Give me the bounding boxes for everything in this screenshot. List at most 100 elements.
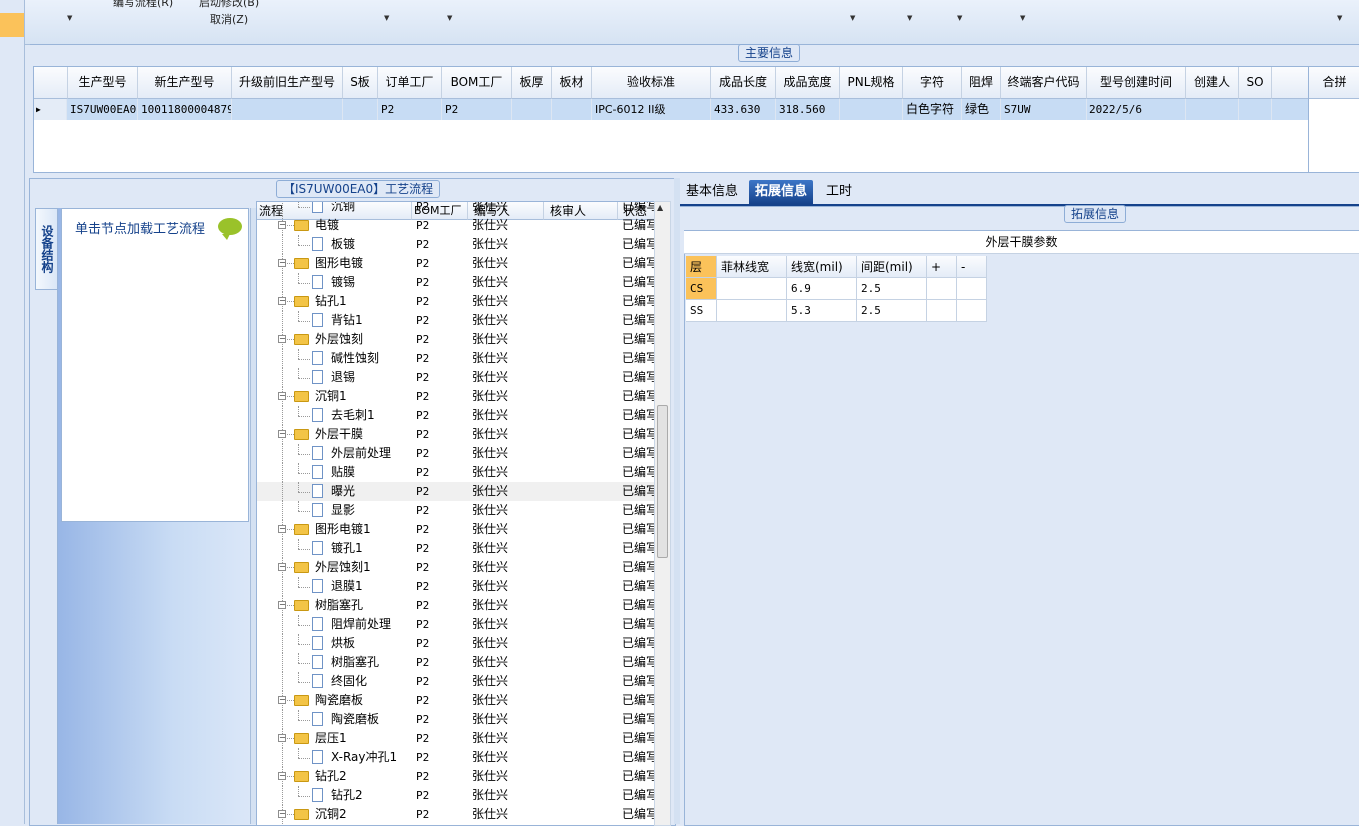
param-cell[interactable] [957,278,987,300]
tree-cell-writer[interactable]: 张仕兴 [472,615,542,634]
tree-cell-writer[interactable]: 张仕兴 [472,292,542,311]
tree-cell-writer[interactable]: 张仕兴 [472,501,542,520]
tree-cell-writer[interactable]: 张仕兴 [472,235,542,254]
tree-cell-writer[interactable]: 张仕兴 [472,482,542,501]
tree-row[interactable]: 镀锡 P2 张仕兴 已编写 [257,273,655,292]
collapse-icon[interactable]: − [278,430,286,438]
grid-cell[interactable] [232,99,343,120]
collapse-icon[interactable]: − [278,221,286,229]
tree-cell-writer[interactable]: 张仕兴 [472,330,542,349]
tree-cell-bom[interactable]: P2 [416,577,466,596]
tree-cell-bom[interactable]: P2 [416,539,466,558]
tree-cell-writer[interactable]: 张仕兴 [472,729,542,748]
tree-cell-status[interactable]: 已编写 [622,672,655,691]
tree-cell-name[interactable]: 曝光 [331,482,412,501]
tree-cell-status[interactable]: 已编写 [622,368,655,387]
tree-cell-writer[interactable]: 张仕兴 [472,786,542,805]
tree-cell-reviewer[interactable] [548,634,616,653]
tree-cell-writer[interactable]: 张仕兴 [472,558,542,577]
tree-cell-bom[interactable]: P2 [416,805,466,824]
grid-cell[interactable]: 白色字符 [903,99,962,120]
tree-cell-status[interactable]: 已编写 [622,805,655,824]
tree-cell-bom[interactable]: P2 [416,558,466,577]
tree-cell-writer[interactable]: 张仕兴 [472,202,542,216]
tree-row[interactable]: 外层前处理 P2 张仕兴 已编写 [257,444,655,463]
column-header[interactable]: 阻焊 [962,67,1001,99]
tree-cell-name[interactable]: 贴膜 [331,463,412,482]
tree-cell-writer[interactable]: 张仕兴 [472,349,542,368]
tree-row[interactable]: 显影 P2 张仕兴 已编写 [257,501,655,520]
param-cell[interactable]: 5.3 [787,300,857,322]
tree-cell-writer[interactable]: 张仕兴 [472,368,542,387]
tree-row[interactable]: − 沉铜2 P2 张仕兴 已编写 [257,805,655,824]
tree-cell-status[interactable]: 已编写 [622,292,655,311]
tree-row[interactable]: − 钻孔2 P2 张仕兴 已编写 [257,767,655,786]
tree-cell-status[interactable]: 已编写 [622,406,655,425]
tree-cell-reviewer[interactable] [548,349,616,368]
tree-cell-bom[interactable]: P2 [416,425,466,444]
tree-cell-reviewer[interactable] [548,501,616,520]
tree-cell-bom[interactable]: P2 [416,254,466,273]
tree-cell-reviewer[interactable] [548,520,616,539]
tree-cell-status[interactable]: 已编写 [622,444,655,463]
tree-cell-status[interactable]: 已编写 [622,729,655,748]
grid-cell[interactable]: 318.560 [776,99,840,120]
param-cell[interactable] [927,300,957,322]
dropdown-caret-icon[interactable]: ▼ [907,14,912,22]
collapse-icon[interactable]: − [278,259,286,267]
column-header[interactable]: 板材 [552,67,592,99]
column-header[interactable]: 板厚 [512,67,552,99]
column-header[interactable]: BOM工厂 [442,67,512,99]
tree-cell-name[interactable]: 树脂塞孔 [315,596,412,615]
tree-cell-name[interactable]: 烘板 [331,634,412,653]
param-cell[interactable]: 6.9 [787,278,857,300]
tree-cell-name[interactable]: 树脂塞孔 [331,653,412,672]
tree-cell-status[interactable]: 已编写 [622,710,655,729]
tree-row[interactable]: 烘板 P2 张仕兴 已编写 [257,634,655,653]
tree-cell-status[interactable]: 已编写 [622,558,655,577]
tree-cell-reviewer[interactable] [548,254,616,273]
tree-cell-bom[interactable]: P2 [416,520,466,539]
tree-cell-status[interactable]: 已编写 [622,463,655,482]
tree-cell-writer[interactable]: 张仕兴 [472,748,542,767]
tree-cell-bom[interactable]: P2 [416,330,466,349]
tree-cell-reviewer[interactable] [548,786,616,805]
tree-cell-reviewer[interactable] [548,406,616,425]
collapse-icon[interactable]: − [278,696,286,704]
tree-cell-reviewer[interactable] [548,729,616,748]
param-cell[interactable] [717,278,787,300]
tree-cell-name[interactable]: 镀孔1 [331,539,412,558]
collapse-icon[interactable]: − [278,734,286,742]
tree-cell-status[interactable]: 已编写 [622,202,655,216]
tree-cell-reviewer[interactable] [548,767,616,786]
tree-cell-writer[interactable]: 张仕兴 [472,311,542,330]
tree-cell-writer[interactable]: 张仕兴 [472,425,542,444]
tree-cell-name[interactable]: 钻孔1 [315,292,412,311]
param-cell[interactable]: SS [686,300,717,322]
param-cell[interactable] [957,300,987,322]
param-column-header[interactable]: + [927,256,957,278]
tab-extended-info[interactable]: 拓展信息 [749,180,814,204]
grid-cell[interactable] [552,99,592,120]
column-header[interactable]: 订单工厂 [378,67,442,99]
tree-cell-reviewer[interactable] [548,202,616,216]
param-cell[interactable]: CS [686,278,717,300]
tree-cell-name[interactable]: 退锡 [331,368,412,387]
tab-work-hours[interactable]: 工时 [820,180,858,204]
grid-cell[interactable] [1239,99,1272,120]
tree-cell-name[interactable]: X-Ray冲孔1 [331,748,412,767]
tree-row[interactable]: 树脂塞孔 P2 张仕兴 已编写 [257,653,655,672]
tree-row[interactable]: − 图形电镀1 P2 张仕兴 已编写 [257,520,655,539]
tree-cell-reviewer[interactable] [548,216,616,235]
tree-cell-writer[interactable]: 张仕兴 [472,520,542,539]
tree-cell-reviewer[interactable] [548,805,616,824]
tree-cell-reviewer[interactable] [548,672,616,691]
tree-row[interactable]: 退锡 P2 张仕兴 已编写 [257,368,655,387]
column-header[interactable]: 生产型号 [68,67,138,99]
grid-cell[interactable] [840,99,903,120]
grid-cell[interactable] [1186,99,1239,120]
column-header[interactable]: 终端客户代码 [1001,67,1087,99]
grid-cell[interactable]: P2 [378,99,442,120]
tree-cell-reviewer[interactable] [548,539,616,558]
grid-cell[interactable]: 2022/5/6 [1087,99,1186,120]
